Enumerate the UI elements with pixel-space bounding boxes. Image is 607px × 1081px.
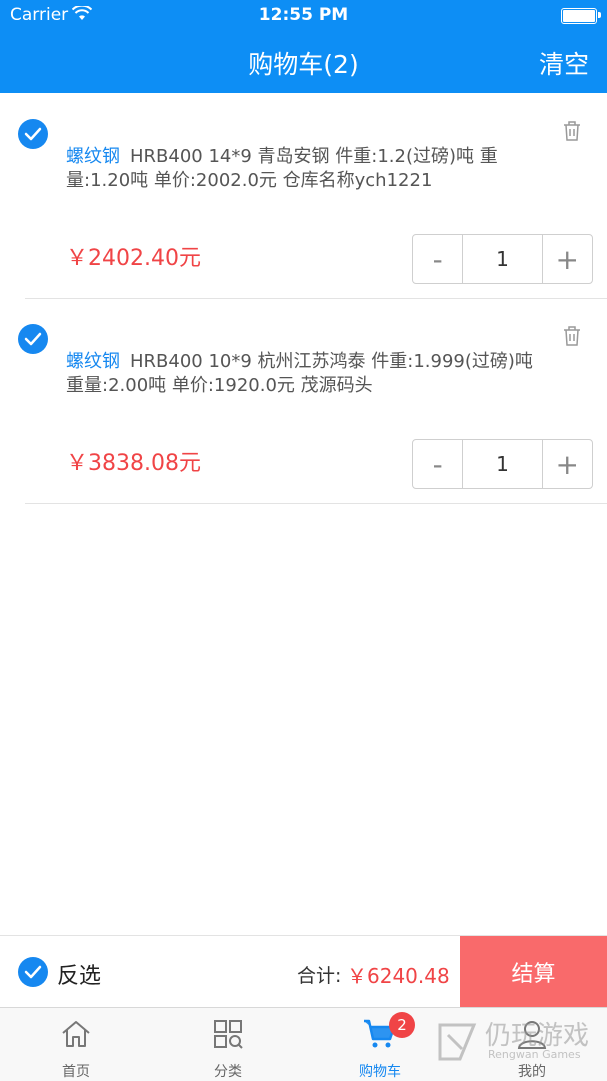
item-description: 螺纹钢 HRB400 10*9 杭州江苏鸿泰 件重:1.999(过磅)吨 重量:2…	[66, 350, 556, 398]
battery-icon	[561, 8, 597, 24]
tab-label: 首页	[62, 1064, 90, 1080]
trash-icon[interactable]	[562, 120, 582, 142]
quantity-value[interactable]: 1	[463, 440, 543, 488]
item-spec: HRB400 10*9 杭州江苏鸿泰 件重:1.999(过磅)吨 重量:2.00…	[66, 351, 533, 396]
category-icon	[152, 1018, 304, 1050]
watermark-subtext: Rengwan Games	[488, 1048, 581, 1061]
check-icon	[24, 127, 42, 141]
item-price: ￥3838.08元	[66, 451, 201, 476]
page-title: 购物车(2)	[248, 50, 359, 79]
tab-label: 分类	[214, 1064, 242, 1080]
total-value: ￥6240.48	[347, 964, 450, 988]
home-icon	[0, 1018, 152, 1050]
cart-item: 螺纹钢 HRB400 10*9 杭州江苏鸿泰 件重:1.999(过磅)吨 重量:2…	[0, 299, 607, 504]
checkout-button[interactable]: 结算	[460, 936, 607, 1008]
watermark: 仍玩游戏 Rengwan Games	[430, 1013, 607, 1075]
quantity-value[interactable]: 1	[463, 235, 543, 283]
tab-category[interactable]: 分类	[152, 1008, 304, 1081]
tab-home[interactable]: 首页	[0, 1008, 152, 1081]
select-all-checkbox[interactable]	[18, 957, 48, 987]
check-icon	[24, 332, 42, 346]
navigation-bar: Carrier 12:55 PM 购物车(2) 清空	[0, 0, 607, 93]
battery-tip	[598, 12, 601, 18]
status-time: 12:55 PM	[258, 5, 349, 25]
check-icon	[24, 965, 42, 979]
quantity-stepper: - 1 +	[412, 234, 593, 284]
item-kind-link[interactable]: 螺纹钢	[66, 351, 120, 372]
item-divider	[25, 503, 607, 504]
decrease-button[interactable]: -	[413, 440, 464, 488]
item-checkbox[interactable]	[18, 119, 48, 149]
decrease-button[interactable]: -	[413, 235, 464, 283]
clear-cart-button[interactable]: 清空	[539, 45, 589, 81]
item-price: ￥2402.40元	[66, 246, 201, 271]
status-bar: Carrier 12:55 PM	[0, 0, 607, 30]
increase-button[interactable]: +	[543, 440, 592, 488]
item-description: 螺纹钢 HRB400 14*9 青岛安钢 件重:1.2(过磅)吨 重量:1.20吨…	[66, 145, 556, 193]
trash-icon[interactable]	[562, 325, 582, 347]
checkout-bar: 反选 合计: ￥6240.48 结算	[0, 935, 607, 1008]
item-checkbox[interactable]	[18, 324, 48, 354]
watermark-text: 仍玩游戏	[485, 1021, 590, 1051]
cart-badge: 2	[389, 1012, 415, 1038]
cart-item: 螺纹钢 HRB400 14*9 青岛安钢 件重:1.2(过磅)吨 重量:1.20吨…	[0, 94, 607, 299]
total-label: 合计:	[297, 965, 342, 987]
increase-button[interactable]: +	[543, 235, 592, 283]
item-kind-link[interactable]: 螺纹钢	[66, 146, 120, 167]
item-spec: HRB400 14*9 青岛安钢 件重:1.2(过磅)吨 重量:1.20吨 单价…	[66, 146, 498, 191]
invert-selection-label[interactable]: 反选	[57, 958, 101, 990]
quantity-stepper: - 1 +	[412, 439, 593, 489]
watermark-logo-icon	[438, 1023, 477, 1061]
